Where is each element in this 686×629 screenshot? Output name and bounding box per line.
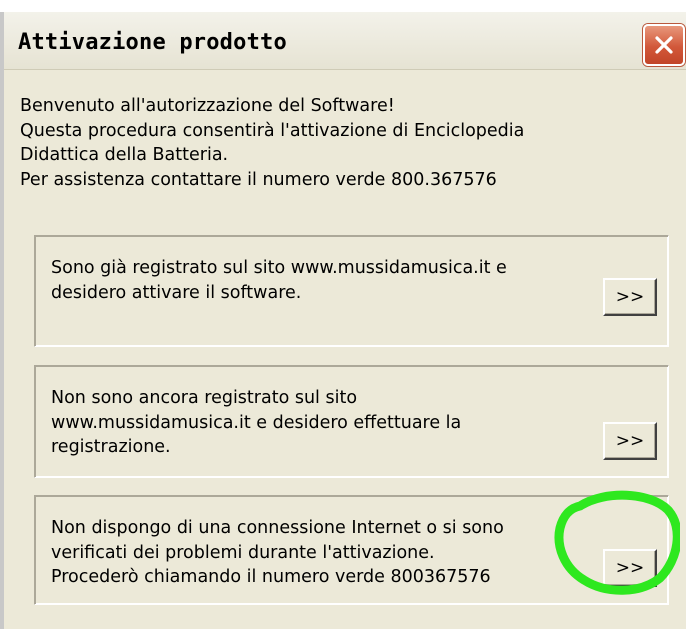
- close-button[interactable]: [643, 24, 685, 66]
- intro-line: Per assistenza contattare il numero verd…: [20, 169, 497, 190]
- activate-registered-button[interactable]: >>: [603, 278, 657, 316]
- option-text-line: Non sono ancora registrato sul sito: [51, 388, 358, 408]
- intro-line: Benvenuto all'autorizzazione del Softwar…: [20, 96, 395, 116]
- activation-dialog: Attivazione prodotto Benvenuto all'autor…: [0, 0, 686, 629]
- option-text-line: desidero attivare il software.: [51, 282, 302, 303]
- window-title: Attivazione prodotto: [18, 30, 287, 55]
- option-text-line: Sono già registrato sul sito www.mussida…: [51, 258, 507, 278]
- option-text-line: Procederò chiamando il numero verde 8003…: [51, 567, 491, 587]
- option-phone-text: Non dispongo di una connessione Internet…: [51, 516, 504, 590]
- phone-activation-button[interactable]: >>: [603, 549, 657, 587]
- option-phone-group: Non dispongo di una connessione Internet…: [34, 495, 669, 605]
- title-bar[interactable]: Attivazione prodotto: [4, 12, 686, 70]
- option-registered-group: Sono già registrato sul sito www.mussida…: [34, 235, 669, 347]
- intro-line: Didattica della Batteria.: [20, 145, 229, 165]
- option-register-text: Non sono ancora registrato sul sito www.…: [51, 386, 461, 460]
- option-text-line: Non dispongo di una connessione Internet…: [51, 518, 504, 538]
- option-register-group: Non sono ancora registrato sul sito www.…: [34, 365, 669, 478]
- dialog-body: Benvenuto all'autorizzazione del Softwar…: [4, 70, 686, 629]
- intro-text: Benvenuto all'autorizzazione del Softwar…: [20, 94, 670, 192]
- option-text-line: verificati dei problemi durante l'attiva…: [51, 542, 435, 563]
- intro-line: Questa procedura consentirà l'attivazion…: [20, 120, 525, 141]
- option-text-line: www.mussidamusica.it e desidero effettua…: [51, 412, 462, 433]
- register-button[interactable]: >>: [603, 422, 657, 460]
- option-registered-text: Sono già registrato sul sito www.mussida…: [51, 256, 507, 305]
- option-text-line: registrazione.: [51, 437, 171, 457]
- close-x-icon: [655, 36, 673, 54]
